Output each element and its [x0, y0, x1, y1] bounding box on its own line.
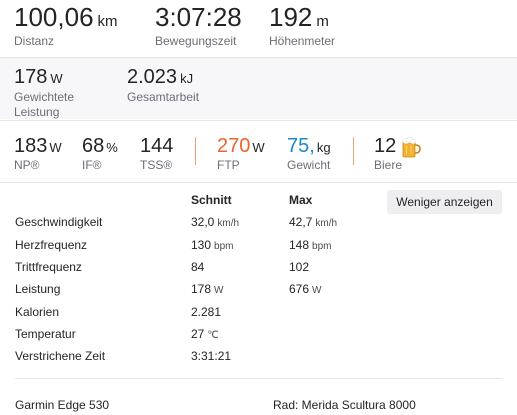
primary-stats: 100,06 km Distanz 3:07:28 Bewegungszeit 1… [0, 0, 517, 57]
weighted-power-value: 178 [14, 66, 48, 88]
max-value: 42,7 [289, 215, 313, 229]
max-value: 148 [289, 238, 310, 252]
avg-unit: bpm [214, 241, 234, 252]
avg-unit: ℃ [207, 330, 219, 341]
avg-value: 84 [191, 260, 205, 274]
weight-label: Gewicht [287, 158, 331, 172]
weighted-power-label: Gewichtete Leistung [14, 90, 74, 120]
metric-beers: 12 Biere [374, 135, 422, 172]
stat-elevation: 192 m Höhenmeter [269, 2, 335, 48]
total-work-label: Gesamtarbeit [127, 90, 200, 104]
ftp-label: FTP [217, 158, 240, 172]
stat-weighted-power: 178 W Gewichtete Leistung [14, 66, 74, 120]
distance-unit: km [97, 13, 118, 30]
max-unit: km/h [315, 218, 338, 229]
metric-if: 68% IF® [82, 135, 118, 172]
separator [353, 137, 354, 165]
avg-cell: 178 W [191, 282, 223, 296]
power-summary: 178 W Gewichtete Leistung 2.023 kJ Gesamta… [0, 58, 517, 119]
metric-tss: 144 TSS® [140, 135, 173, 172]
avg-cell: 32,0 km/h [191, 215, 239, 229]
device-name: Garmin Edge 530 [15, 398, 110, 412]
column-header-max: Max [289, 193, 313, 207]
stat-moving-time: 3:07:28 Bewegungszeit [155, 2, 242, 48]
weighted-power-label-line2: Leistung [14, 105, 60, 119]
total-work-value: 2.023 [127, 66, 178, 88]
ftp-unit: W [252, 140, 265, 155]
stat-distance: 100,06 km Distanz [14, 2, 118, 48]
tss-label: TSS® [140, 158, 173, 172]
avg-unit: km/h [217, 218, 240, 229]
max-value: 102 [289, 260, 310, 274]
max-cell: 102 [289, 260, 312, 274]
avg-cell: 3:31:21 [191, 349, 234, 363]
beers-value: 12 [374, 135, 397, 157]
show-less-button[interactable]: Weniger anzeigen [387, 190, 502, 214]
max-cell: 148 bpm [289, 238, 331, 252]
weighted-power-label-line1: Gewichtete [14, 90, 75, 104]
row-label: Geschwindigkeit [15, 215, 103, 229]
elevation-unit: m [316, 13, 329, 30]
divider [15, 378, 502, 379]
np-label: NP® [14, 158, 40, 172]
weight-value: 75, [287, 135, 315, 157]
avg-value: 3:31:21 [191, 349, 232, 363]
distance-value: 100,06 [14, 2, 94, 32]
max-cell: 676 W [289, 282, 321, 296]
weighted-power-unit: W [50, 71, 63, 86]
metric-ftp: 270 W FTP [217, 135, 265, 172]
avg-cell: 84 [191, 260, 207, 274]
avg-value: 2.281 [191, 305, 222, 319]
max-cell [289, 327, 292, 341]
if-unit: % [106, 140, 118, 155]
distance-label: Distanz [14, 34, 55, 48]
beer-mug-icon [401, 136, 422, 158]
max-unit: bpm [312, 241, 332, 252]
elevation-label: Höhenmeter [269, 34, 336, 48]
ftp-value: 270 [217, 135, 251, 157]
max-cell [289, 305, 292, 319]
row-label: Kalorien [15, 305, 60, 319]
avg-cell: 27 ℃ [191, 327, 219, 341]
divider [0, 182, 517, 183]
metric-weight: 75, kg Gewicht [287, 135, 331, 172]
avg-unit: W [214, 285, 224, 296]
beers-label: Biere [374, 158, 403, 172]
separator [195, 137, 196, 165]
moving-time-label: Bewegungszeit [155, 34, 237, 48]
max-cell: 42,7 km/h [289, 215, 337, 229]
avg-value: 130 [191, 238, 212, 252]
max-cell [289, 349, 292, 363]
column-header-avg: Schnitt [191, 193, 232, 207]
bike-name: Rad: Merida Scultura 8000 [273, 398, 416, 412]
elevation-value: 192 [269, 2, 313, 32]
max-value: 676 [289, 282, 310, 296]
if-label: IF® [82, 158, 102, 172]
row-label: Leistung [15, 282, 61, 296]
total-work-unit: kJ [180, 71, 194, 86]
avg-value: 178 [191, 282, 212, 296]
avg-value: 32,0 [191, 215, 215, 229]
avg-value: 27 [191, 327, 205, 341]
np-unit: W [49, 140, 62, 155]
weight-unit: kg [316, 140, 331, 155]
row-label: Trittfrequenz [15, 260, 82, 274]
metric-np: 183 W NP® [14, 135, 62, 172]
max-unit: W [312, 285, 322, 296]
tss-value: 144 [140, 135, 174, 157]
avg-cell: 130 bpm [191, 238, 233, 252]
row-label: Verstrichene Zeit [15, 349, 106, 363]
row-label: Herzfrequenz [15, 238, 88, 252]
moving-time-value: 3:07:28 [155, 2, 242, 32]
if-value: 68 [82, 135, 105, 157]
training-metrics: 183 W NP® 68% IF® 144 TSS® 270 W FTP 75, kg… [0, 120, 517, 182]
stat-total-work: 2.023 kJ Gesamtarbeit [127, 66, 199, 105]
avg-cell: 2.281 [191, 305, 224, 319]
np-value: 183 [14, 135, 48, 157]
row-label: Temperatur [15, 327, 76, 341]
